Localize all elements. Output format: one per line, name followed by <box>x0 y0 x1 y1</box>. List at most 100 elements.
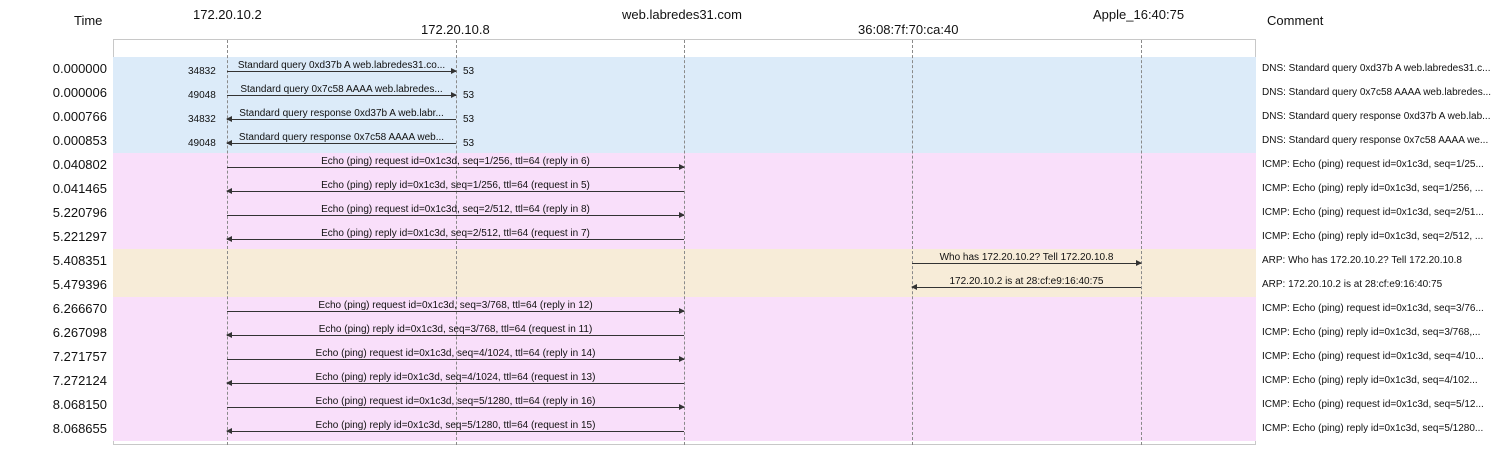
arrowhead-icon <box>679 212 685 218</box>
arrowhead-icon <box>226 380 232 386</box>
arrowhead-icon <box>451 92 457 98</box>
time-cell[interactable]: 0.041465 <box>0 181 107 196</box>
flow-label[interactable]: Echo (ping) reply id=0x1c3d, seq=1/256, … <box>227 180 684 191</box>
arrowhead-icon <box>679 404 685 410</box>
comment-cell[interactable]: ICMP: Echo (ping) reply id=0x1c3d, seq=4… <box>1262 375 1507 386</box>
host-lifeline <box>456 40 457 445</box>
flow-arrow[interactable] <box>912 260 1142 266</box>
arrowhead-icon <box>226 188 232 194</box>
time-cell[interactable]: 5.221297 <box>0 229 107 244</box>
arrowhead-icon <box>226 116 232 122</box>
time-column-header: Time <box>74 13 103 28</box>
arrowhead-icon <box>226 332 232 338</box>
source-port: 49048 <box>188 90 216 101</box>
arrowhead-icon <box>679 164 685 170</box>
host-header-apple-16-40-75: Apple_16:40:75 <box>1093 7 1185 22</box>
arrowhead-icon <box>679 308 685 314</box>
flow-arrow[interactable] <box>227 356 685 362</box>
flow-arrow[interactable] <box>227 308 685 314</box>
time-cell[interactable]: 6.266670 <box>0 301 107 316</box>
comment-cell[interactable]: ICMP: Echo (ping) reply id=0x1c3d, seq=5… <box>1262 423 1507 434</box>
comment-cell[interactable]: ARP: Who has 172.20.10.2? Tell 172.20.10… <box>1262 255 1507 266</box>
flow-arrow[interactable] <box>226 116 456 122</box>
arrowhead-icon <box>226 236 232 242</box>
host-header-172-20-10-2: 172.20.10.2 <box>193 7 262 22</box>
flow-label[interactable]: Echo (ping) request id=0x1c3d, seq=2/512… <box>227 204 684 215</box>
time-cell[interactable]: 0.000000 <box>0 61 107 76</box>
comment-column-header: Comment <box>1267 13 1324 28</box>
host-lifeline <box>912 40 913 445</box>
comment-cell[interactable]: DNS: Standard query response 0xd37b A we… <box>1262 111 1507 122</box>
comment-cell[interactable]: ICMP: Echo (ping) reply id=0x1c3d, seq=2… <box>1262 231 1507 242</box>
comment-cell[interactable]: ICMP: Echo (ping) request id=0x1c3d, seq… <box>1262 159 1507 170</box>
comment-cell[interactable]: DNS: Standard query response 0x7c58 AAAA… <box>1262 135 1507 146</box>
flow-label[interactable]: Echo (ping) reply id=0x1c3d, seq=4/1024,… <box>227 372 684 383</box>
arrowhead-icon <box>1136 260 1142 266</box>
host-header-36-08-7f-70-ca-40: 36:08:7f:70:ca:40 <box>858 22 959 37</box>
arrowhead-icon <box>226 140 232 146</box>
arrowhead-icon <box>679 356 685 362</box>
arrowhead-icon <box>226 428 232 434</box>
comment-cell[interactable]: ARP: 172.20.10.2 is at 28:cf:e9:16:40:75 <box>1262 279 1507 290</box>
time-cell[interactable]: 5.408351 <box>0 253 107 268</box>
source-port: 49048 <box>188 138 216 149</box>
flow-arrow[interactable] <box>227 68 457 74</box>
flow-arrow[interactable] <box>227 404 685 410</box>
flow-label[interactable]: Standard query 0xd37b A web.labredes31.c… <box>227 60 456 71</box>
host-header-web-labredes31: web.labredes31.com <box>622 7 742 22</box>
flow-label[interactable]: 172.20.10.2 is at 28:cf:e9:16:40:75 <box>912 276 1141 287</box>
comment-cell[interactable]: ICMP: Echo (ping) reply id=0x1c3d, seq=1… <box>1262 183 1507 194</box>
flow-arrow[interactable] <box>911 284 1141 290</box>
arrowhead-icon <box>911 284 917 290</box>
comment-cell[interactable]: ICMP: Echo (ping) reply id=0x1c3d, seq=3… <box>1262 327 1507 338</box>
flow-arrow[interactable] <box>227 212 685 218</box>
flow-label[interactable]: Echo (ping) reply id=0x1c3d, seq=5/1280,… <box>227 420 684 431</box>
flow-label[interactable]: Standard query response 0x7c58 AAAA web.… <box>227 132 456 143</box>
flow-label[interactable]: Echo (ping) request id=0x1c3d, seq=5/128… <box>227 396 684 407</box>
flow-label[interactable]: Standard query 0x7c58 AAAA web.labredes.… <box>227 84 456 95</box>
flow-arrow[interactable] <box>226 428 684 434</box>
flow-arrow[interactable] <box>226 140 456 146</box>
comment-cell[interactable]: ICMP: Echo (ping) request id=0x1c3d, seq… <box>1262 207 1507 218</box>
comment-cell[interactable]: ICMP: Echo (ping) request id=0x1c3d, seq… <box>1262 303 1507 314</box>
destination-port: 53 <box>463 66 475 77</box>
flow-label[interactable]: Echo (ping) reply id=0x1c3d, seq=3/768, … <box>227 324 684 335</box>
destination-port: 53 <box>463 114 475 125</box>
comment-cell[interactable]: ICMP: Echo (ping) request id=0x1c3d, seq… <box>1262 351 1507 362</box>
time-cell[interactable]: 0.000853 <box>0 133 107 148</box>
time-cell[interactable]: 0.000006 <box>0 85 107 100</box>
host-lifeline <box>684 40 685 445</box>
flow-label[interactable]: Echo (ping) reply id=0x1c3d, seq=2/512, … <box>227 228 684 239</box>
flow-arrow[interactable] <box>226 236 684 242</box>
host-lifeline <box>1141 40 1142 445</box>
source-port: 34832 <box>188 66 216 77</box>
time-cell[interactable]: 5.479396 <box>0 277 107 292</box>
time-cell[interactable]: 8.068150 <box>0 397 107 412</box>
flow-arrow[interactable] <box>226 332 684 338</box>
destination-port: 53 <box>463 138 475 149</box>
time-cell[interactable]: 6.267098 <box>0 325 107 340</box>
flow-arrow[interactable] <box>226 188 684 194</box>
time-cell[interactable]: 7.272124 <box>0 373 107 388</box>
time-cell[interactable]: 8.068655 <box>0 421 107 436</box>
flow-label[interactable]: Who has 172.20.10.2? Tell 172.20.10.8 <box>912 252 1141 263</box>
source-port: 34832 <box>188 114 216 125</box>
flow-arrow[interactable] <box>227 92 457 98</box>
time-cell[interactable]: 5.220796 <box>0 205 107 220</box>
time-cell[interactable]: 7.271757 <box>0 349 107 364</box>
flow-graph: Time 172.20.10.2 172.20.10.8 web.labrede… <box>0 0 1507 463</box>
flow-arrow[interactable] <box>227 164 685 170</box>
flow-label[interactable]: Echo (ping) request id=0x1c3d, seq=3/768… <box>227 300 684 311</box>
destination-port: 53 <box>463 90 475 101</box>
time-cell[interactable]: 0.000766 <box>0 109 107 124</box>
flow-label[interactable]: Echo (ping) request id=0x1c3d, seq=4/102… <box>227 348 684 359</box>
comment-cell[interactable]: DNS: Standard query 0x7c58 AAAA web.labr… <box>1262 87 1507 98</box>
flow-arrow[interactable] <box>226 380 684 386</box>
host-header-172-20-10-8: 172.20.10.8 <box>421 22 490 37</box>
arrowhead-icon <box>451 68 457 74</box>
flow-label[interactable]: Standard query response 0xd37b A web.lab… <box>227 108 456 119</box>
flow-label[interactable]: Echo (ping) request id=0x1c3d, seq=1/256… <box>227 156 684 167</box>
comment-cell[interactable]: ICMP: Echo (ping) request id=0x1c3d, seq… <box>1262 399 1507 410</box>
time-cell[interactable]: 0.040802 <box>0 157 107 172</box>
comment-cell[interactable]: DNS: Standard query 0xd37b A web.labrede… <box>1262 63 1507 74</box>
